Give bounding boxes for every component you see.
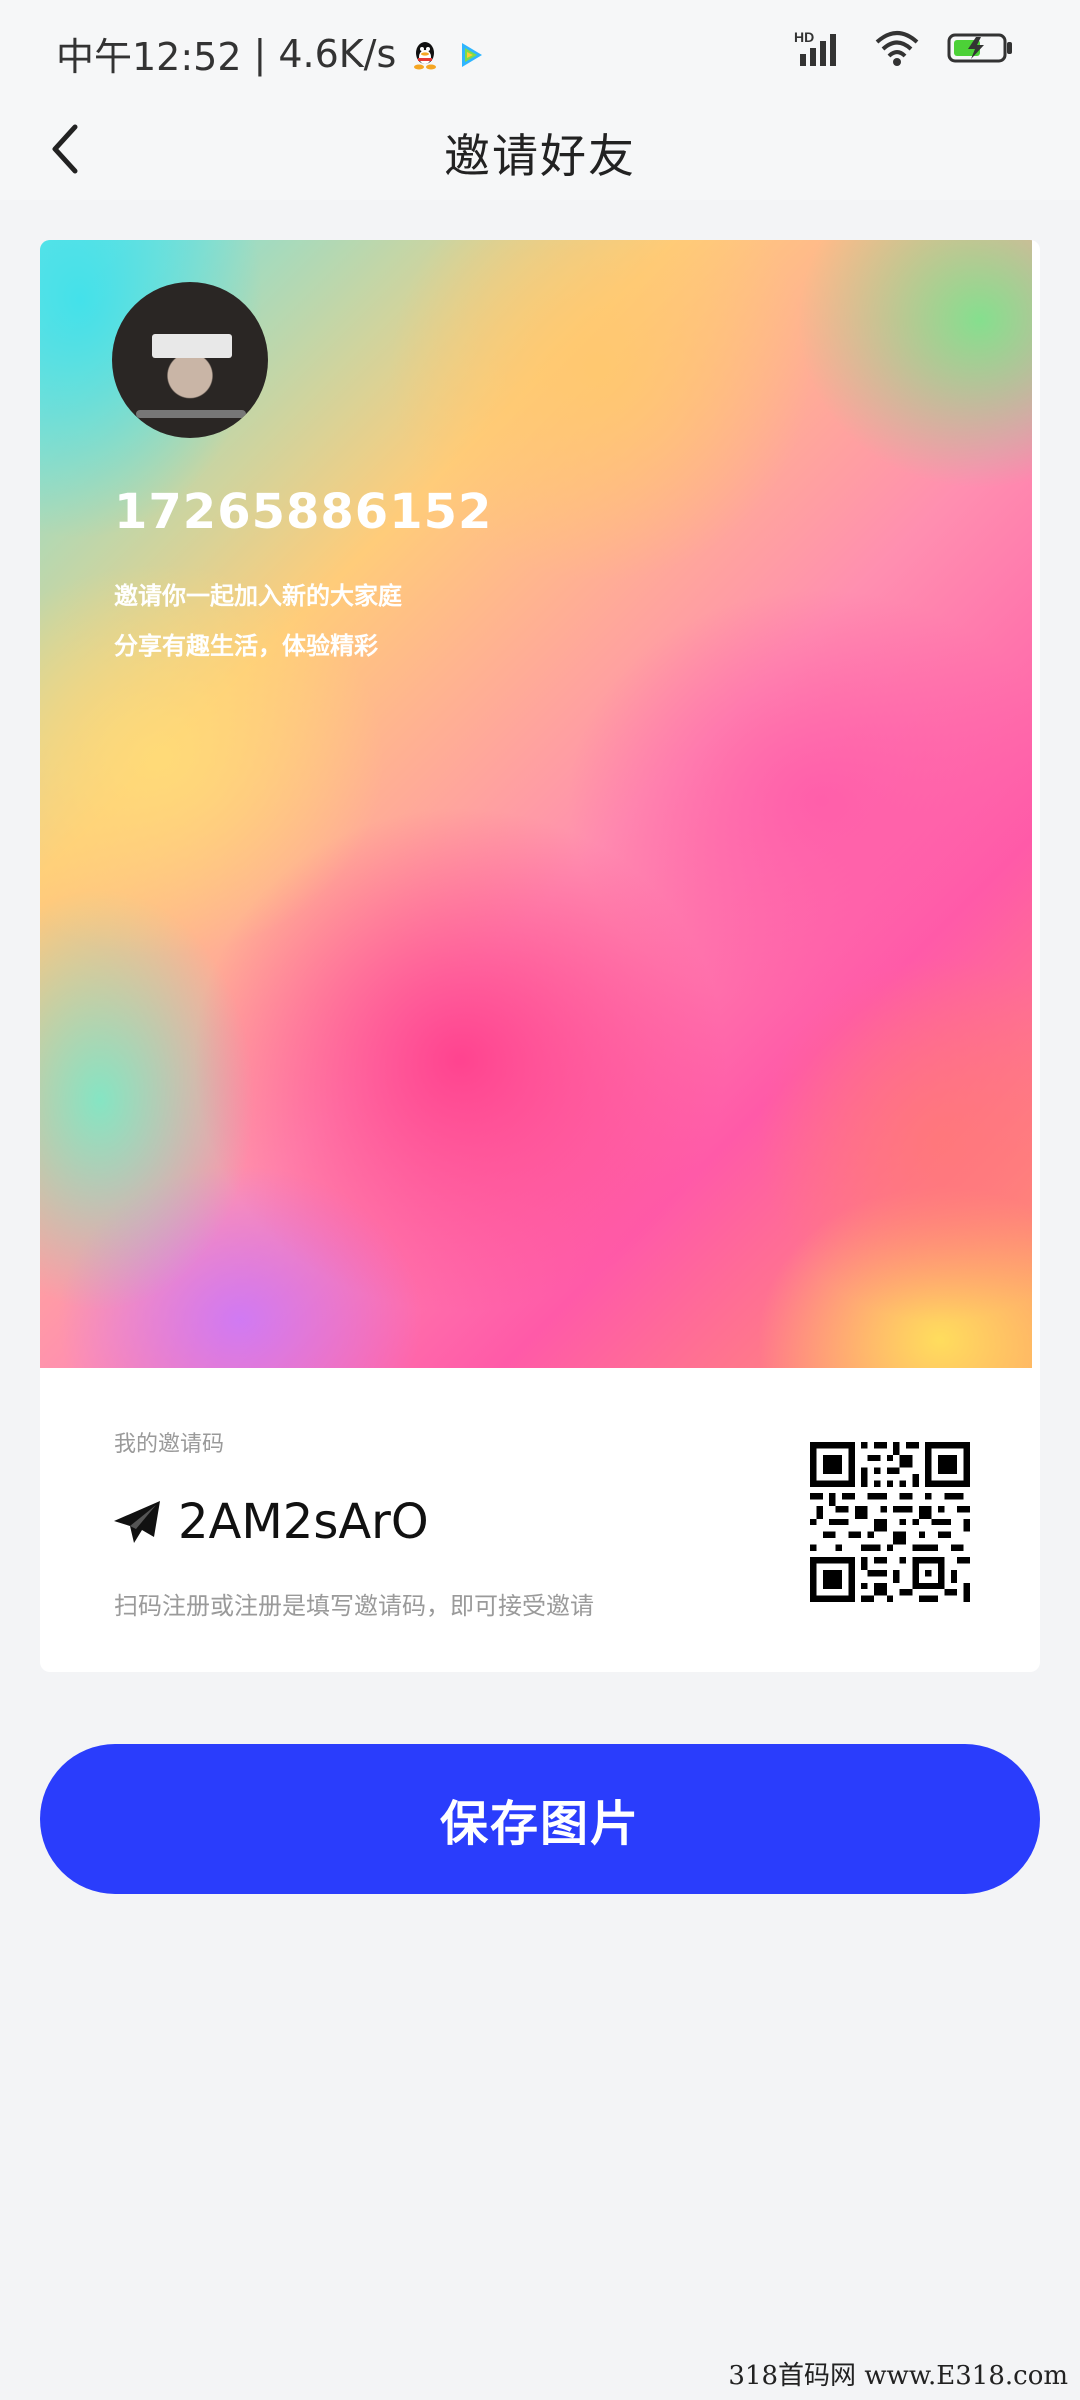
status-bar: 中午12:52 | 4.6K/s HD — [0, 0, 1080, 100]
poster-slogan-line1: 邀请你一起加入新的大家庭 — [114, 582, 402, 610]
network-speed: 4.6K/s — [278, 31, 397, 76]
signal-icon: HD — [794, 28, 848, 72]
avatar — [112, 282, 268, 438]
paper-plane-icon — [114, 1501, 160, 1543]
poster-background-image: 17265886152 邀请你一起加入新的大家庭 分享有趣生活，体验精彩 — [40, 240, 1032, 1368]
invite-hint: 扫码注册或注册是填写邀请码，即可接受邀请 — [114, 1592, 594, 1620]
page-title: 邀请好友 — [444, 129, 636, 183]
network-type: HD — [794, 29, 814, 45]
poster-slogan-line2: 分享有趣生活，体验精彩 — [114, 632, 378, 660]
poster-user-name: 17265886152 — [114, 484, 493, 540]
invite-code-value: 2AM2sArO — [178, 1494, 429, 1550]
invite-code-row: 2AM2sArO — [112, 1494, 429, 1550]
status-separator: | — [253, 31, 267, 76]
invite-code-label: 我的邀请码 — [114, 1432, 225, 1457]
status-time: 中午12:52 — [56, 35, 242, 79]
save-image-button[interactable]: 保存图片 — [40, 1744, 1040, 1894]
video-app-icon — [454, 37, 488, 71]
status-left: 中午12:52 | 4.6K/s — [56, 26, 488, 81]
status-right: HD — [794, 28, 1016, 72]
qq-icon — [408, 37, 442, 71]
invite-poster-card: 17265886152 邀请你一起加入新的大家庭 分享有趣生活，体验精彩 我的邀… — [40, 240, 1040, 1672]
nav-bar: 邀请好友 — [0, 100, 1080, 200]
qr-code — [810, 1442, 970, 1602]
wifi-icon — [874, 28, 920, 72]
watermark-text: 318首码网 www.E318.com — [728, 2361, 1068, 2391]
battery-charging-icon — [946, 28, 1016, 72]
